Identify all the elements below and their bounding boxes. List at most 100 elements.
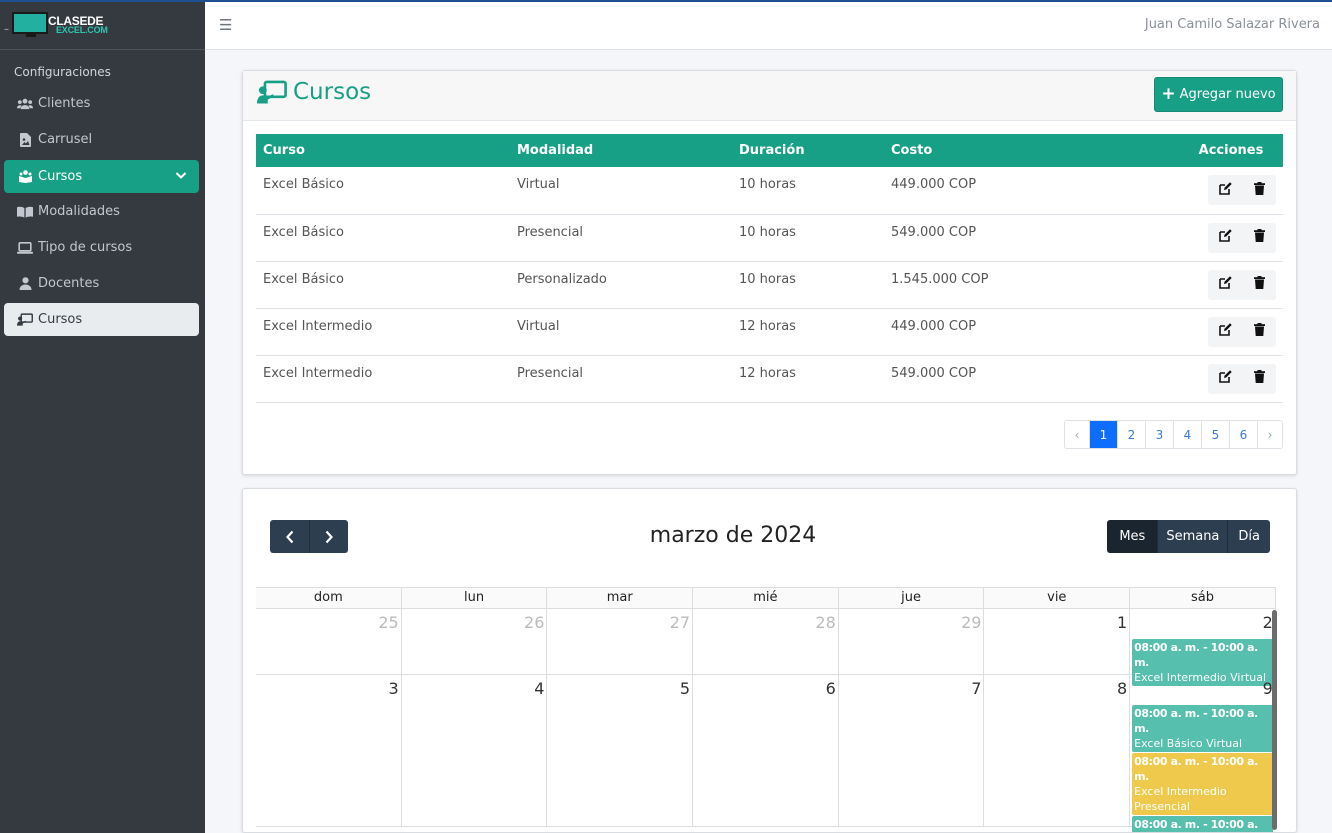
sidebar-item-clientes[interactable]: Clientes <box>4 87 199 120</box>
dow-thursday: jue <box>839 588 985 608</box>
trash-icon <box>1253 370 1265 387</box>
view-day-button[interactable]: Día <box>1227 520 1270 553</box>
sidebar: – CLASEDE EXCEL.COM Configuraciones Clie… <box>0 0 205 833</box>
day-number: 7 <box>971 679 982 698</box>
table-row: Excel Básico Personalizado 10 horas 1.545.0… <box>256 261 1283 309</box>
column-header-modalidad[interactable]: Modalidad <box>510 134 732 167</box>
table-row: Excel Básico Virtual 10 horas 449.000 COP <box>256 167 1283 215</box>
calendar-day-cell[interactable]: 26 <box>402 609 548 674</box>
edit-button[interactable] <box>1208 317 1242 347</box>
delete-button[interactable] <box>1242 317 1276 347</box>
add-new-button-label: Agregar nuevo <box>1179 87 1276 102</box>
edit-button[interactable] <box>1208 223 1242 253</box>
courses-card-header: Cursos + Agregar nuevo <box>243 71 1296 121</box>
event-title: Excel Intermedio Presencial <box>1134 785 1227 813</box>
brand-logo[interactable]: CLASEDE EXCEL.COM <box>12 12 108 38</box>
dow-monday: lun <box>402 588 548 608</box>
calendar-day-cell[interactable]: 4 <box>402 675 548 826</box>
pagination-page-2[interactable]: 2 <box>1117 421 1145 448</box>
cell-acciones <box>1096 355 1283 403</box>
sidebar-item-carrusel[interactable]: Carrusel <box>4 123 199 156</box>
trash-icon <box>1253 276 1265 293</box>
courses-table-body: Excel Básico Virtual 10 horas 449.000 COP Ex… <box>256 167 1283 403</box>
day-number: 3 <box>388 679 399 698</box>
calendar-week-1: 25 26 27 28 29 1 2 08:00 a. m. - 10:00 a… <box>256 609 1276 686</box>
edit-button[interactable] <box>1208 175 1242 205</box>
sidebar-item-cursos-parent[interactable]: Cursos <box>4 160 199 193</box>
edit-button[interactable] <box>1208 270 1242 300</box>
calendar-day-cell[interactable]: 8 <box>984 675 1131 826</box>
cell-curso: Excel Intermedio <box>256 308 510 356</box>
delete-button[interactable] <box>1242 364 1276 394</box>
day-number: 29 <box>961 613 982 632</box>
edit-button[interactable] <box>1208 364 1242 394</box>
sidebar-item-label: Tipo de cursos <box>38 240 133 255</box>
actions-group <box>1208 175 1276 205</box>
top-accent-line <box>0 0 1332 2</box>
add-new-button[interactable]: + Agregar nuevo <box>1154 77 1283 112</box>
view-month-button[interactable]: Mes <box>1107 520 1158 553</box>
delete-button[interactable] <box>1242 223 1276 253</box>
calendar-grid: dom lun mar mié jue vie sáb 25 26 27 28 … <box>256 587 1276 832</box>
calendar-day-cell[interactable]: 2 08:00 a. m. - 10:00 a. m. Excel Interme… <box>1130 609 1276 686</box>
pagination: ‹ 1 2 3 4 5 6 › <box>1064 420 1283 449</box>
sidebar-item-cursos[interactable]: Cursos <box>4 303 199 336</box>
delete-button[interactable] <box>1242 175 1276 205</box>
cell-acciones <box>1096 167 1283 215</box>
day-number: 25 <box>378 613 399 632</box>
cell-modalidad: Presencial <box>510 355 732 403</box>
cell-acciones <box>1096 214 1283 262</box>
calendar-event[interactable]: 08:00 a. m. - 10:00 a. m. Excel Básico Vi… <box>1132 705 1273 752</box>
actions-group <box>1208 316 1276 347</box>
sidebar-item-modalidades[interactable]: Modalidades <box>4 195 199 228</box>
cell-acciones <box>1096 308 1283 356</box>
calendar-day-cell[interactable]: 7 <box>839 675 985 826</box>
column-header-curso[interactable]: Curso <box>256 134 510 167</box>
calendar-day-cell[interactable]: 5 <box>547 675 694 826</box>
calendar-day-cell[interactable]: 29 <box>839 609 985 674</box>
book-open-icon <box>17 205 33 219</box>
calendar-event[interactable]: 08:00 a. m. - 10:00 a. m.Excel Intermedi… <box>1132 753 1273 815</box>
calendar-event[interactable]: 08:00 a. m. - 10:00 a. m.Excel Intermedi… <box>1132 816 1273 832</box>
calendar-day-cell[interactable]: 28 <box>693 609 839 674</box>
calendar-day-cell[interactable]: 3 <box>256 675 402 826</box>
cell-modalidad: Personalizado <box>510 261 732 309</box>
pagination-page-5[interactable]: 5 <box>1201 421 1229 448</box>
day-number: 28 <box>815 613 836 632</box>
pagination-page-4[interactable]: 4 <box>1173 421 1201 448</box>
user-name[interactable]: Juan Camilo Salazar Rivera <box>1145 17 1320 32</box>
hamburger-icon[interactable]: ☰ <box>219 16 232 34</box>
delete-button[interactable] <box>1242 270 1276 300</box>
pagination-prev[interactable]: ‹ <box>1065 421 1089 448</box>
sidebar-item-docentes[interactable]: Docentes <box>4 267 199 300</box>
day-number: 6 <box>825 679 836 698</box>
calendar-day-cell[interactable]: 9 08:00 a. m. - 10:00 a. m. Excel Básico … <box>1130 675 1276 832</box>
pagination-page-1[interactable]: 1 <box>1089 421 1117 448</box>
calendar-scrollbar[interactable] <box>1272 610 1277 830</box>
event-title: Excel Básico Virtual <box>1134 737 1243 750</box>
column-header-costo[interactable]: Costo <box>884 134 1096 167</box>
pagination-page-3[interactable]: 3 <box>1145 421 1173 448</box>
day-number: 5 <box>679 679 691 698</box>
day-number: 27 <box>669 613 691 632</box>
calendar-day-cell[interactable]: 6 <box>693 675 839 826</box>
calendar-day-cell[interactable]: 1 <box>984 609 1131 674</box>
column-header-duracion[interactable]: Duración <box>732 134 884 167</box>
calendar-week-2: 3 4 5 6 7 8 9 08:00 a. m. - 10:00 a. m. E… <box>256 675 1276 832</box>
calendar-day-cell[interactable]: 27 <box>547 609 694 674</box>
cell-curso: Excel Básico <box>256 214 510 262</box>
cell-curso: Excel Básico <box>256 261 510 309</box>
pagination-next[interactable]: › <box>1257 421 1282 448</box>
brand[interactable]: – CLASEDE EXCEL.COM <box>0 0 205 50</box>
day-number: 26 <box>524 613 545 632</box>
calendar-view-switcher: Mes Semana Día <box>1107 520 1270 553</box>
nav-section-header: Configuraciones <box>14 65 111 79</box>
calendar-day-cell[interactable]: 25 <box>256 609 402 674</box>
edit-icon <box>1218 276 1232 293</box>
pagination-page-6[interactable]: 6 <box>1229 421 1257 448</box>
trash-icon <box>1253 323 1265 340</box>
cell-duracion: 10 horas <box>732 214 884 262</box>
view-week-button[interactable]: Semana <box>1157 520 1228 553</box>
sidebar-item-tipo-de-cursos[interactable]: Tipo de cursos <box>4 231 199 264</box>
monitor-logo-icon <box>12 12 48 34</box>
